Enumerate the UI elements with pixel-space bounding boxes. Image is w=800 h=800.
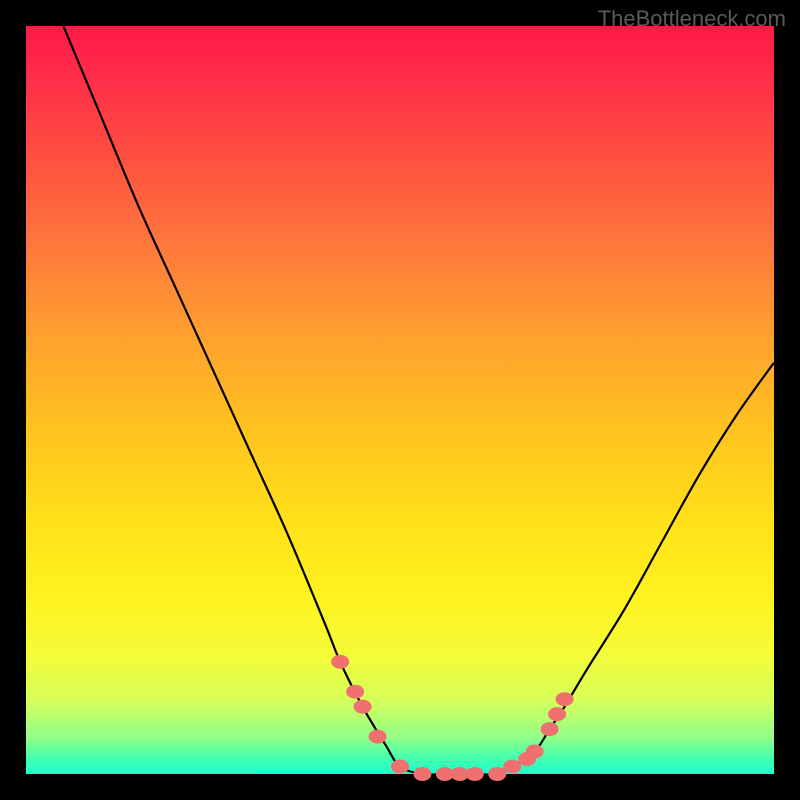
highlight-markers xyxy=(331,655,573,781)
watermark-text: TheBottleneck.com xyxy=(598,6,786,32)
marker-point xyxy=(556,692,574,706)
marker-point xyxy=(346,685,364,699)
marker-point xyxy=(466,767,484,781)
chart-svg xyxy=(26,26,774,774)
marker-point xyxy=(548,707,566,721)
bottleneck-curve xyxy=(63,26,774,775)
marker-point xyxy=(488,767,506,781)
plot-area xyxy=(26,26,774,774)
marker-point xyxy=(391,760,409,774)
marker-point xyxy=(503,760,521,774)
marker-point xyxy=(541,722,559,736)
marker-point xyxy=(413,767,431,781)
marker-point xyxy=(354,700,372,714)
marker-point xyxy=(331,655,349,669)
marker-point xyxy=(526,745,544,759)
marker-point xyxy=(369,730,387,744)
